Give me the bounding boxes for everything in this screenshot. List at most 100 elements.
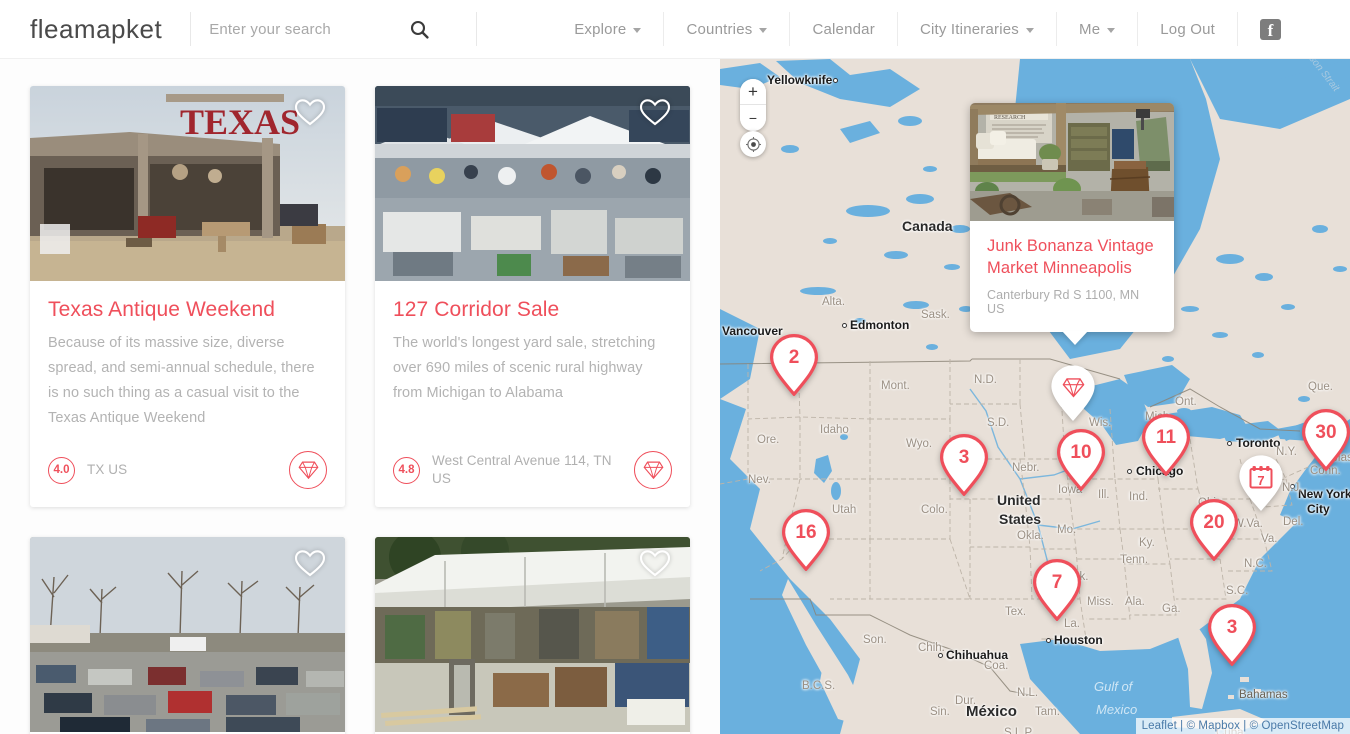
nav-label: Log Out — [1160, 20, 1216, 38]
marker-count: 30 — [1315, 422, 1337, 443]
nav-item-log-out[interactable]: Log Out — [1137, 12, 1237, 46]
attribution-mapbox[interactable]: © Mapbox — [1187, 720, 1240, 732]
marker-count: 3 — [1226, 617, 1238, 638]
junk-bonanza-photo: RESEARCH — [970, 103, 1174, 221]
attribution-leaflet[interactable]: Leaflet — [1142, 720, 1177, 732]
card-footer: 4.8 West Central Avenue 114, TN US — [375, 445, 690, 507]
rating-badge: 4.0 — [48, 456, 75, 484]
marker-count: 2 — [788, 347, 800, 368]
card-title[interactable]: Texas Antique Weekend — [48, 297, 327, 323]
attribution-sep: | — [1243, 720, 1247, 732]
locate-crosshair-icon — [745, 136, 761, 152]
map-marker-cluster[interactable]: 11 — [1141, 413, 1191, 477]
card-image: TEXAS — [30, 86, 345, 281]
top-navbar: fleamapket Explore Countries Calendar Ci… — [0, 0, 1350, 59]
zoom-out-button[interactable]: − — [740, 105, 766, 131]
market-card[interactable] — [375, 537, 690, 734]
search-button[interactable] — [404, 14, 434, 44]
city-dot — [1227, 441, 1232, 446]
city-dot — [1290, 484, 1295, 489]
map-marker-cluster[interactable]: 16 — [781, 508, 831, 572]
nav-links: Explore Countries Calendar City Itinerar… — [552, 0, 1303, 58]
map-marker-cluster[interactable]: 7 — [1032, 558, 1082, 622]
card-title[interactable]: 127 Corridor Sale — [393, 297, 672, 323]
nav-label: Calendar — [812, 20, 875, 38]
card-description: Because of its massive size, diverse spr… — [48, 335, 315, 426]
svg-text:TEXAS: TEXAS — [180, 102, 300, 142]
attribution-osm[interactable]: © OpenStreetMap — [1250, 720, 1344, 732]
popup-pointer — [1062, 331, 1088, 345]
diamond-icon — [643, 461, 663, 480]
chevron-down-icon — [759, 27, 768, 33]
marker-count: 7 — [1051, 572, 1063, 593]
card-image — [375, 537, 690, 732]
city-dot — [1046, 638, 1051, 643]
map-marker-cluster[interactable]: 30 — [1301, 408, 1350, 472]
popup-address: Canterbury Rd S 1100, MN US — [987, 288, 1140, 316]
card-image — [375, 86, 690, 281]
search-input[interactable] — [209, 20, 405, 38]
market-list-pane[interactable]: TEXAS Texas Antique Weekend Because of i… — [0, 59, 720, 734]
locate-button[interactable] — [740, 131, 766, 157]
nav-item-calendar[interactable]: Calendar — [789, 12, 896, 46]
map-marker-selected[interactable] — [1050, 364, 1096, 422]
map-marker-cluster[interactable]: 20 — [1189, 498, 1239, 562]
popup-image: RESEARCH — [970, 103, 1174, 221]
card-body: 127 Corridor Sale The world's longest ya… — [375, 281, 690, 445]
card-location: TX US — [87, 462, 128, 477]
city-dot — [833, 78, 838, 83]
card-body: Texas Antique Weekend Because of its mas… — [30, 281, 345, 445]
heart-icon[interactable] — [295, 550, 325, 577]
marker-calendar-wrap: 7 — [1238, 454, 1284, 500]
card-grid: TEXAS Texas Antique Weekend Because of i… — [0, 59, 720, 734]
nav-label: Countries — [686, 20, 753, 38]
svg-text:7: 7 — [1257, 473, 1264, 488]
heart-icon[interactable] — [295, 99, 325, 126]
nav-item-explore[interactable]: Explore — [552, 12, 663, 46]
nav-label: City Itineraries — [919, 20, 1019, 38]
marker-count: 10 — [1070, 442, 1092, 463]
card-description: The world's longest yard sale, stretchin… — [393, 335, 656, 401]
map-marker-cluster[interactable]: 3 — [1207, 603, 1257, 667]
marker-diamond-wrap — [1050, 364, 1096, 410]
card-image — [30, 537, 345, 732]
map-popup[interactable]: RESEARCH Junk Bonanza Vintage Market Min… — [970, 103, 1174, 345]
nav-item-me[interactable]: Me — [1056, 12, 1137, 46]
heart-icon[interactable] — [640, 99, 670, 126]
nav-label: Explore — [574, 20, 627, 38]
heart-icon[interactable] — [640, 550, 670, 577]
zoom-controls[interactable]: + − — [740, 79, 766, 131]
marker-count: 11 — [1155, 427, 1177, 448]
city-dot — [1127, 469, 1132, 474]
diamond-icon — [298, 461, 318, 480]
map-pane[interactable]: Yellowknife Canada Alta. Sask. Edmonton … — [720, 59, 1350, 734]
card-location: West Central Avenue 114, TN US — [432, 453, 612, 486]
gem-badge[interactable] — [634, 451, 672, 489]
brand-logo[interactable]: fleamapket — [0, 14, 190, 45]
attribution-sep: | — [1180, 720, 1184, 732]
market-card[interactable]: TEXAS Texas Antique Weekend Because of i… — [30, 86, 345, 507]
marker-count: 20 — [1203, 512, 1225, 533]
zoom-in-button[interactable]: + — [740, 79, 766, 105]
calendar-icon: 7 — [1249, 466, 1273, 489]
popup-title[interactable]: Junk Bonanza Vintage Market Minneapolis — [987, 235, 1157, 279]
marker-count: 16 — [795, 522, 817, 543]
nav-label: Me — [1079, 20, 1101, 38]
map-marker-cluster[interactable]: 3 — [939, 433, 989, 497]
market-card[interactable]: 127 Corridor Sale The world's longest ya… — [375, 86, 690, 507]
gem-badge[interactable] — [289, 451, 327, 489]
chevron-down-icon — [1026, 27, 1034, 33]
map-attribution: Leaflet | © Mapbox | © OpenStreetMap — [1135, 718, 1350, 734]
map-marker-cluster[interactable]: 10 — [1056, 428, 1106, 492]
nav-item-city-itineraries[interactable]: City Itineraries — [896, 12, 1056, 46]
city-dot — [938, 653, 943, 658]
nav-item-facebook[interactable]: f — [1237, 12, 1303, 46]
rating-badge: 4.8 — [393, 456, 420, 484]
market-card[interactable] — [30, 537, 345, 734]
nav-item-countries[interactable]: Countries — [663, 12, 789, 46]
map-marker-event[interactable]: 7 — [1238, 454, 1284, 512]
search-container — [191, 0, 476, 58]
chevron-down-icon — [633, 27, 642, 33]
search-icon — [410, 20, 429, 39]
map-marker-cluster[interactable]: 2 — [769, 333, 819, 397]
